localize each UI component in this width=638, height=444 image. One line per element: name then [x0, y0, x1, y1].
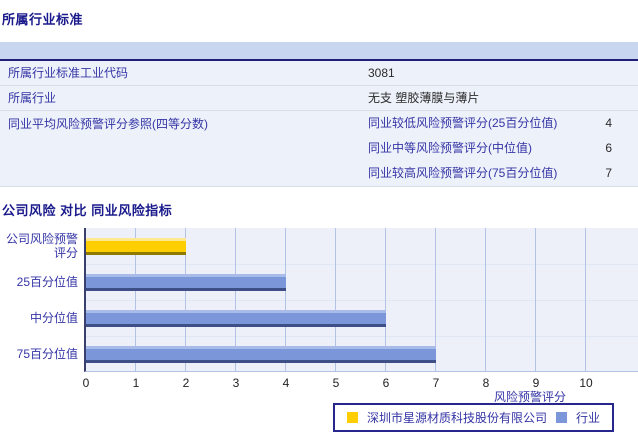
x-tick-label: 1	[132, 376, 140, 390]
row-label-industry: 所属行业	[8, 91, 57, 105]
risk-comparison-chart: 公司风险预警评分 25百分位值 中分位值 75百分位值 风险预警评分 深圳市星源…	[0, 220, 638, 444]
section-title-industry-standard: 所属行业标准	[2, 12, 84, 27]
table-row: 所属行业标准工业代码 3081	[0, 61, 638, 86]
legend-swatch-company	[347, 412, 358, 423]
plot-area	[84, 228, 638, 372]
subrow-label-medium-risk: 同业中等风险预警评分(中位值)	[368, 141, 532, 155]
chart-legend: 深圳市星源材质科技股份有限公司 行业	[333, 403, 615, 432]
legend-swatch-industry	[556, 412, 568, 423]
x-tick-label: 5	[332, 376, 340, 390]
table-header-band	[0, 42, 638, 61]
table-row-peer-scores: 同业平均风险预警评分参照(四等分数) 同业较低风险预警评分(25百分位值) 4 …	[0, 111, 638, 187]
subrow-value-medium-risk: 6	[605, 141, 612, 155]
category-label-p75: 75百分位值	[16, 347, 78, 361]
bar-company-0	[86, 238, 186, 255]
x-tick-label: 6	[382, 376, 390, 390]
x-tick-label: 2	[182, 376, 190, 390]
table-subrow: 同业较高风险预警评分(75百分位值) 7	[360, 161, 638, 186]
legend-label-company: 深圳市星源材质科技股份有限公司	[367, 411, 548, 425]
legend-label-industry: 行业	[576, 411, 601, 425]
peer-score-subrows: 同业较低风险预警评分(25百分位值) 4 同业中等风险预警评分(中位值) 6 同…	[360, 111, 638, 186]
x-tick-label: 4	[282, 376, 290, 390]
subrow-value-high-risk: 7	[605, 166, 612, 180]
subrow-label-low-risk: 同业较低风险预警评分(25百分位值)	[368, 116, 558, 130]
band-separator	[86, 264, 638, 265]
chart-category-labels: 公司风险预警评分 25百分位值 中分位值 75百分位值	[0, 228, 80, 372]
table-subrow: 同业较低风险预警评分(25百分位值) 4	[360, 111, 638, 136]
x-tick-label: 0	[82, 376, 90, 390]
band-separator	[86, 336, 638, 337]
bar-industry-1	[86, 274, 286, 291]
x-tick-label: 10	[579, 376, 593, 390]
subrow-value-low-risk: 4	[605, 116, 612, 130]
table-row: 所属行业 无支 塑胶薄膜与薄片	[0, 86, 638, 111]
category-label-company-score: 公司风险预警评分	[5, 232, 78, 260]
row-value-industry: 无支 塑胶薄膜与薄片	[368, 91, 480, 105]
bar-industry-3	[86, 346, 436, 363]
bar-industry-2	[86, 310, 386, 327]
x-tick-label: 9	[532, 376, 540, 390]
gridline	[485, 228, 486, 371]
band-separator	[86, 300, 638, 301]
x-tick-label: 7	[432, 376, 440, 390]
gridline	[585, 228, 586, 371]
x-tick-label: 8	[482, 376, 490, 390]
category-label-median: 中分位值	[29, 311, 78, 325]
table-subrow: 同业中等风险预警评分(中位值) 6	[360, 136, 638, 161]
report-page: 所属行业标准 所属行业标准工业代码 3081 所属行业 无支 塑胶薄膜与薄片 同…	[0, 0, 638, 444]
subrow-label-high-risk: 同业较高风险预警评分(75百分位值)	[368, 166, 558, 180]
industry-standard-table: 所属行业标准工业代码 3081 所属行业 无支 塑胶薄膜与薄片 同业平均风险预警…	[0, 42, 638, 187]
category-label-p25: 25百分位值	[16, 275, 78, 289]
x-tick-label: 3	[232, 376, 240, 390]
section-title-risk-comparison: 公司风险 对比 同业风险指标	[2, 203, 173, 218]
row-label-peer-average: 同业平均风险预警评分参照(四等分数)	[8, 117, 208, 131]
gridline	[535, 228, 536, 371]
row-label-industry-code: 所属行业标准工业代码	[8, 66, 129, 80]
row-value-industry-code: 3081	[368, 66, 395, 80]
